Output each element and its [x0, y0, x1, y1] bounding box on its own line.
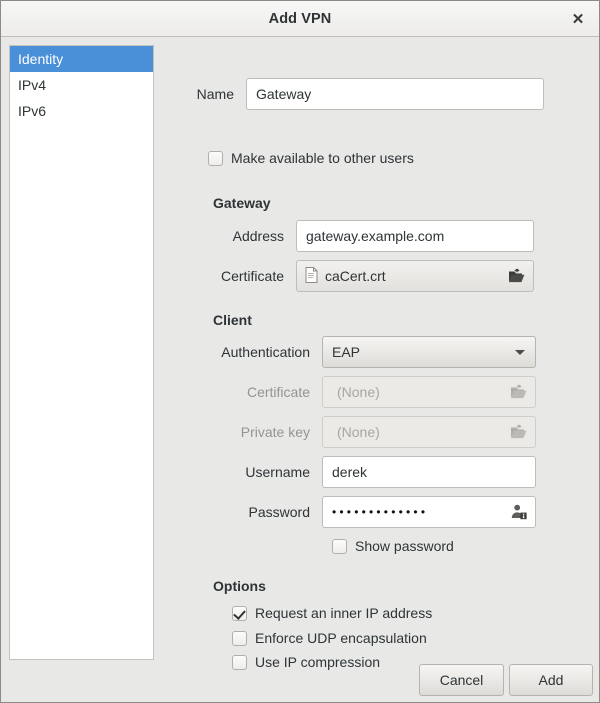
- option-label: Use IP compression: [255, 654, 381, 670]
- password-input[interactable]: •••••••••••••: [322, 496, 536, 528]
- authentication-label: Authentication: [221, 344, 310, 360]
- open-folder-icon: [510, 384, 527, 400]
- titlebar: Add VPN ✕: [1, 1, 599, 37]
- authentication-value: EAP: [332, 344, 361, 360]
- client-certificate-value: (None): [337, 384, 380, 400]
- name-input[interactable]: Gateway: [246, 78, 544, 110]
- name-row: Name Gateway: [164, 78, 544, 110]
- cancel-label: Cancel: [439, 672, 484, 688]
- window-title: Add VPN: [268, 10, 332, 27]
- sidebar: Identity IPv4 IPv6: [9, 45, 154, 660]
- checkbox-box: [232, 605, 247, 621]
- checkbox-box: [208, 150, 223, 166]
- option-request-inner-ip[interactable]: Request an inner IP address: [232, 605, 432, 621]
- add-button[interactable]: Add: [509, 664, 593, 696]
- make-available-label: Make available to other users: [231, 150, 414, 166]
- gateway-address-label: Address: [232, 228, 284, 244]
- gateway-section-title: Gateway: [213, 195, 271, 211]
- checkbox-box: [232, 654, 247, 670]
- gateway-address-value: gateway.example.com: [306, 228, 445, 244]
- password-label: Password: [248, 504, 310, 520]
- sidebar-item-label: IPv6: [18, 103, 47, 119]
- add-vpn-dialog: Add VPN ✕ Identity IPv4 IPv6 Name Gatewa…: [0, 0, 600, 703]
- name-value: Gateway: [256, 86, 312, 102]
- username-row: Username derek: [164, 456, 536, 488]
- sidebar-item-identity[interactable]: Identity: [10, 46, 153, 72]
- name-label: Name: [196, 86, 234, 102]
- client-certificate-label: Certificate: [246, 384, 310, 400]
- authentication-select[interactable]: EAP: [322, 336, 536, 368]
- document-icon: [305, 266, 318, 286]
- gateway-certificate-label: Certificate: [220, 268, 284, 284]
- dialog-body: Identity IPv4 IPv6 Name Gateway Make ava…: [1, 37, 599, 702]
- sidebar-item-label: IPv4: [18, 77, 47, 93]
- private-key-value: (None): [337, 424, 380, 440]
- add-label: Add: [538, 672, 564, 688]
- open-folder-icon[interactable]: [508, 268, 525, 284]
- open-folder-icon: [510, 424, 527, 440]
- option-label: Request an inner IP address: [255, 605, 433, 621]
- gateway-address-input[interactable]: gateway.example.com: [296, 220, 534, 252]
- option-ip-compression[interactable]: Use IP compression: [232, 654, 380, 670]
- authentication-row: Authentication EAP: [164, 336, 536, 368]
- show-password-checkbox[interactable]: Show password: [332, 538, 454, 554]
- client-certificate-chooser: (None): [322, 376, 536, 408]
- gateway-certificate-row: Certificate caCert.crt: [164, 260, 534, 292]
- client-certificate-row: Certificate (None): [164, 376, 536, 408]
- checkbox-box: [232, 630, 247, 646]
- client-section-title: Client: [213, 312, 252, 328]
- cancel-button[interactable]: Cancel: [419, 664, 504, 696]
- private-key-row: Private key (None): [164, 416, 536, 448]
- option-label: Enforce UDP encapsulation: [255, 630, 427, 646]
- private-key-label: Private key: [240, 424, 310, 440]
- sidebar-item-ipv6[interactable]: IPv6: [10, 98, 153, 124]
- username-input[interactable]: derek: [322, 456, 536, 488]
- options-section-title: Options: [213, 578, 266, 594]
- show-password-label: Show password: [355, 538, 454, 554]
- username-label: Username: [245, 464, 310, 480]
- sidebar-item-label: Identity: [18, 51, 64, 67]
- private-key-chooser: (None): [322, 416, 536, 448]
- close-icon[interactable]: ✕: [565, 6, 591, 32]
- identity-form: Name Gateway Make available to other use…: [164, 37, 599, 702]
- sidebar-item-ipv4[interactable]: IPv4: [10, 72, 153, 98]
- password-value: •••••••••••••: [332, 505, 429, 519]
- username-value: derek: [332, 464, 368, 480]
- gateway-address-row: Address gateway.example.com: [164, 220, 534, 252]
- make-available-checkbox[interactable]: Make available to other users: [208, 150, 414, 166]
- gateway-certificate-chooser[interactable]: caCert.crt: [296, 260, 534, 292]
- checkbox-box: [332, 538, 347, 554]
- option-enforce-udp[interactable]: Enforce UDP encapsulation: [232, 630, 427, 646]
- gateway-certificate-value: caCert.crt: [325, 268, 386, 284]
- chevron-down-icon: [515, 350, 525, 355]
- password-row: Password •••••••••••••: [164, 496, 536, 528]
- user-info-icon[interactable]: [511, 504, 527, 520]
